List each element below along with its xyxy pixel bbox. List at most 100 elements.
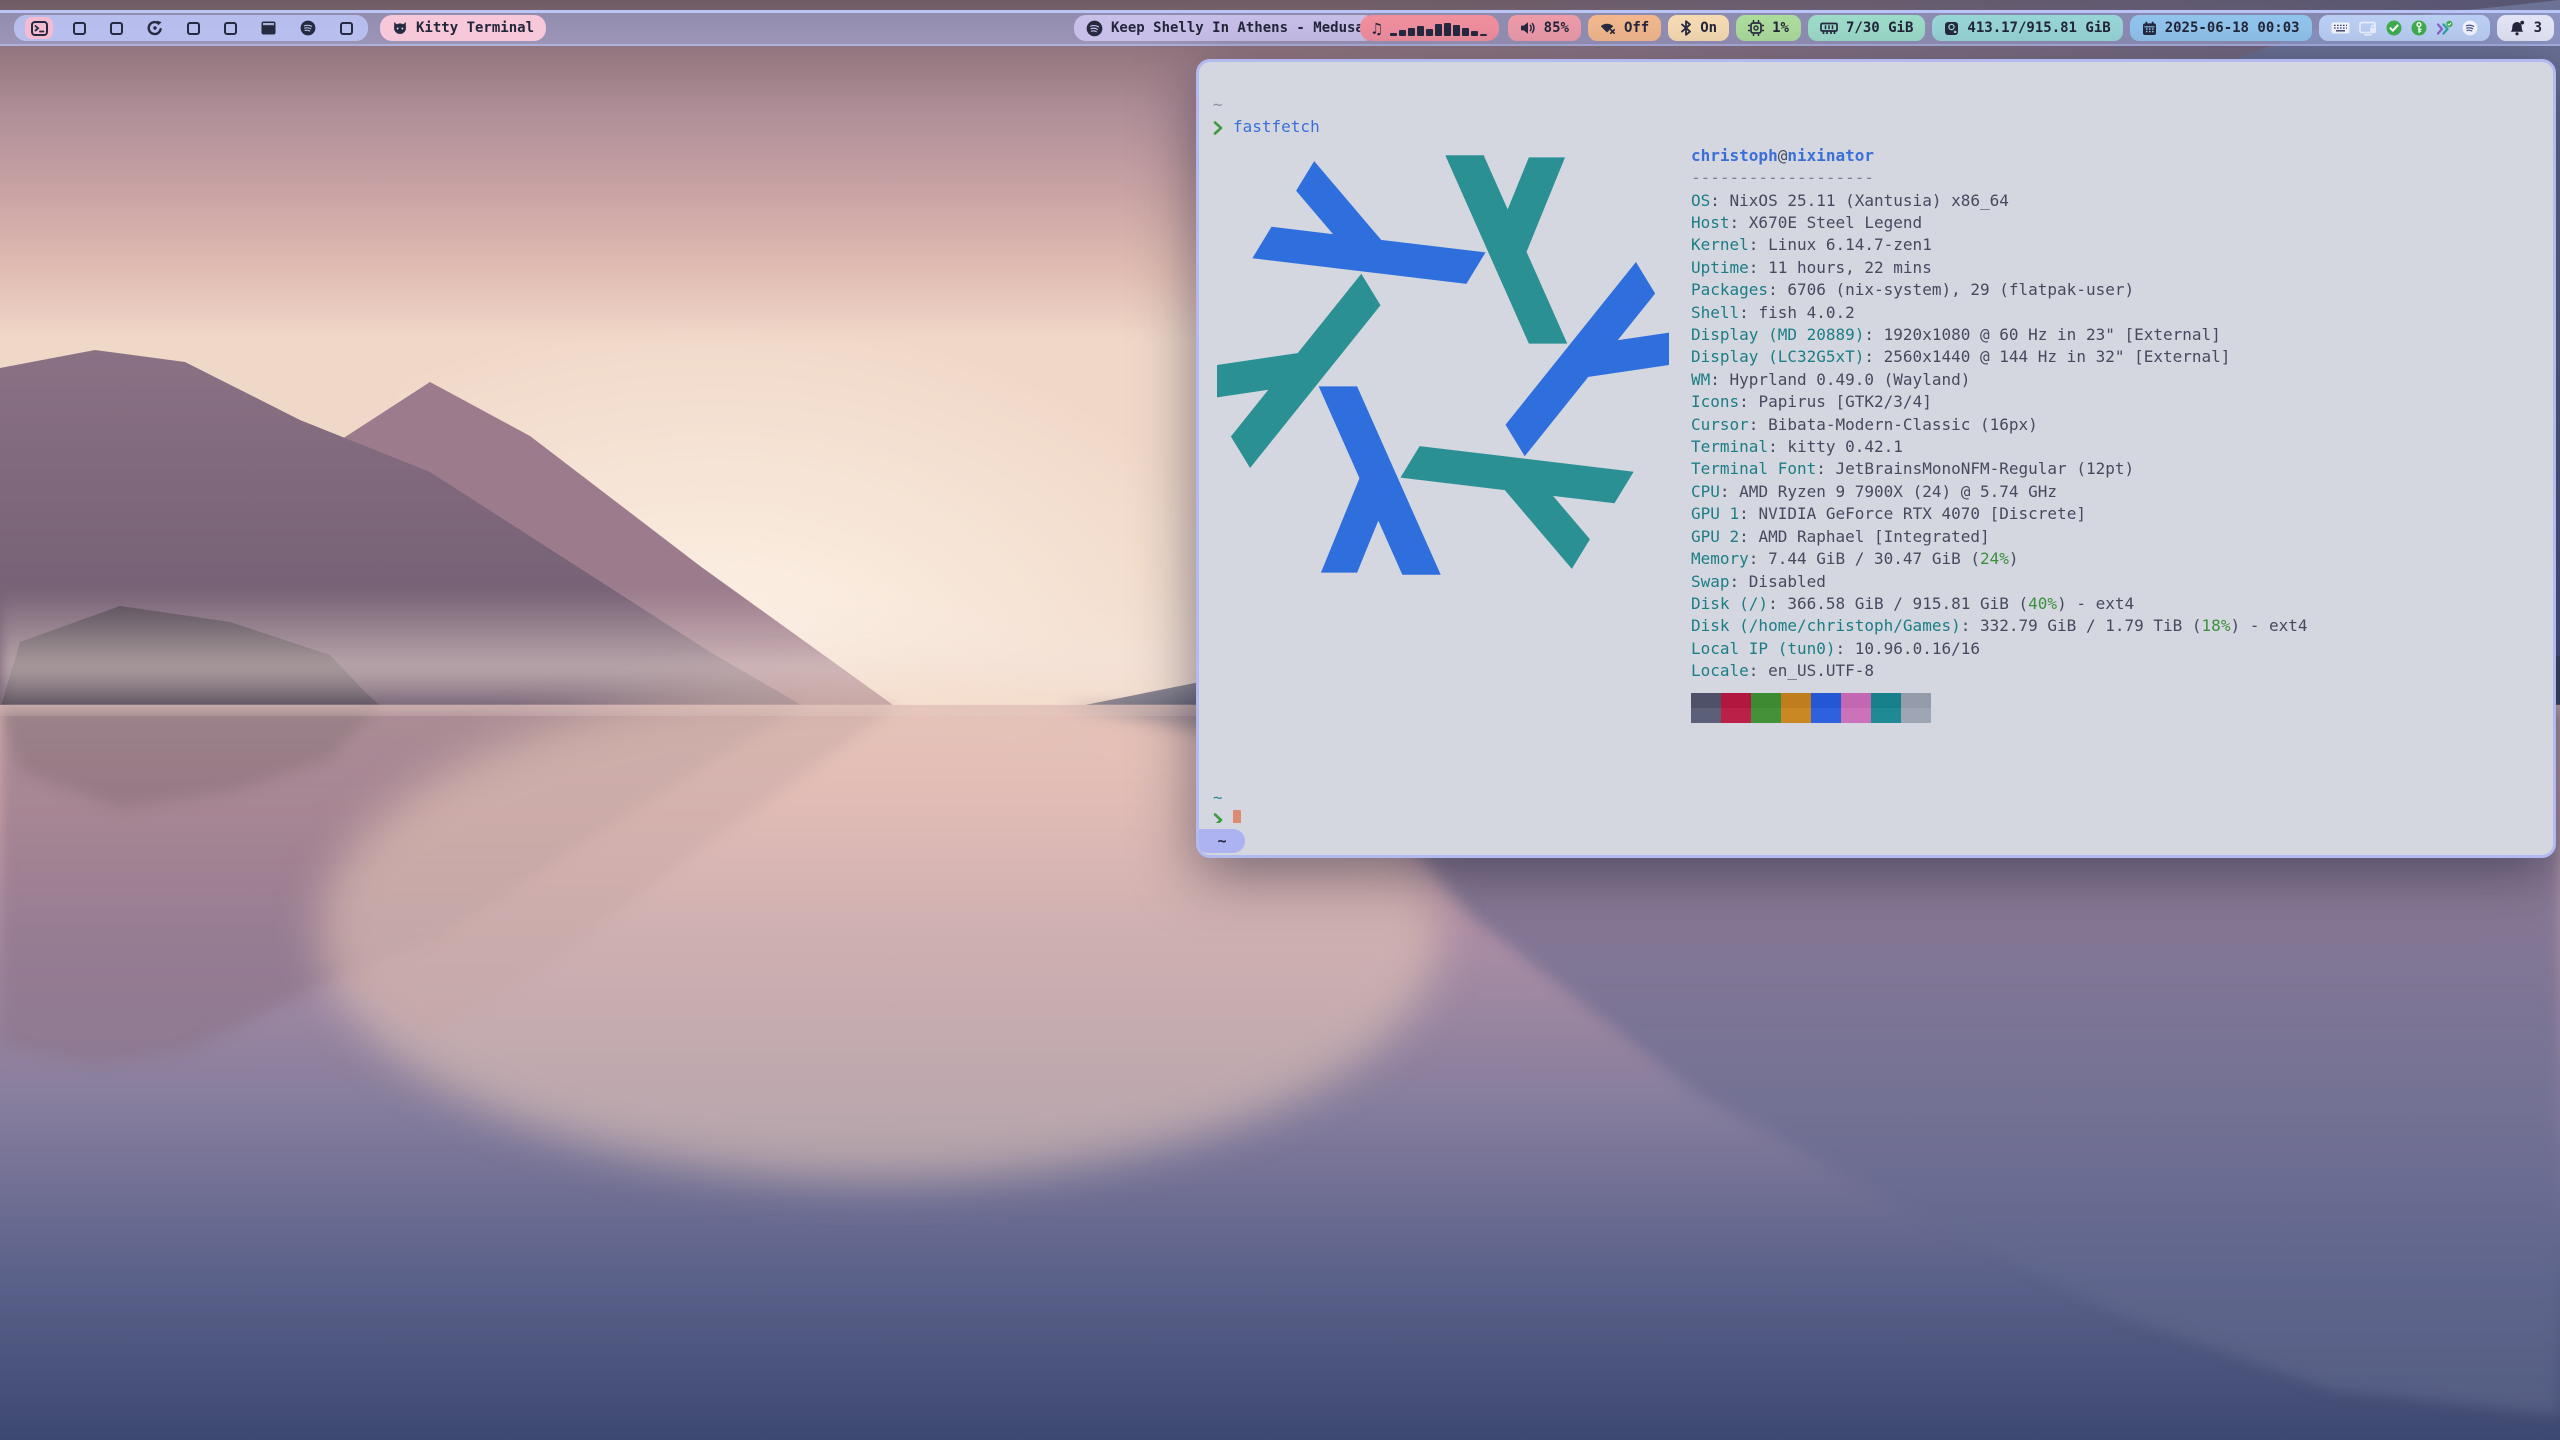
palette-swatch — [1871, 693, 1901, 708]
prompt-directory: ~ — [1213, 94, 2543, 116]
fastfetch-line: Disk (/): 366.58 GiB / 915.81 GiB (40%) … — [1691, 593, 2308, 615]
terminal-color-palette — [1691, 693, 2308, 723]
bell-icon — [2509, 20, 2526, 37]
kitty-terminal-window[interactable]: ~ fastfetch — [1196, 59, 2556, 858]
prompt-directory: ~ — [1213, 787, 2543, 809]
command-text: fastfetch — [1233, 116, 1320, 138]
visualizer-bar — [1462, 28, 1469, 36]
visualizer-bar — [1390, 33, 1397, 36]
visualizer-bar — [1417, 26, 1424, 36]
disk-icon — [1944, 21, 1959, 36]
calendar-icon — [2142, 21, 2157, 36]
fastfetch-line: GPU 1: NVIDIA GeForce RTX 4070 [Discrete… — [1691, 503, 2308, 525]
screen-lock-icon[interactable] — [2359, 21, 2377, 36]
workspace-9[interactable] — [340, 22, 353, 35]
network-label: Off — [1624, 20, 1649, 36]
palette-swatch — [1811, 708, 1841, 723]
network-module[interactable]: Off — [1588, 15, 1661, 41]
fastfetch-line: Terminal Font: JetBrainsMonoNFM-Regular … — [1691, 458, 2308, 480]
visualizer-bar — [1480, 34, 1487, 36]
wifi-off-icon — [1600, 21, 1616, 35]
spotify-icon — [1086, 20, 1103, 37]
spotify-icon — [300, 20, 316, 36]
workspace-window[interactable] — [261, 21, 276, 35]
music-note-icon: ♫ — [1372, 21, 1382, 36]
workspace-terminal-active[interactable] — [25, 17, 53, 39]
palette-row — [1691, 708, 2308, 723]
memory-label: 7/30 GiB — [1846, 20, 1913, 36]
spotify-icon[interactable] — [2462, 20, 2478, 36]
system-tray — [2319, 15, 2490, 41]
check-circle-icon[interactable] — [2386, 20, 2402, 36]
clock-label: 2025-06-18 00:03 — [2165, 20, 2300, 36]
fastfetch-line: Packages: 6706 (nix-system), 29 (flatpak… — [1691, 279, 2308, 301]
nixos-logo — [1217, 151, 1669, 579]
media-player[interactable]: Keep Shelly In Athens - Medusa — [1074, 15, 1376, 41]
memory-module[interactable]: 7/30 GiB — [1808, 15, 1925, 41]
fastfetch-line: christoph@nixinator — [1691, 145, 2308, 167]
fastfetch-line: WM: Hyprland 0.49.0 (Wayland) — [1691, 369, 2308, 391]
cpu-module[interactable]: 1% — [1736, 15, 1801, 41]
fastfetch-line: Host: X670E Steel Legend — [1691, 212, 2308, 234]
notification-module[interactable]: 3 — [2497, 15, 2554, 41]
bluetooth-label: On — [1700, 20, 1717, 36]
palette-swatch — [1751, 708, 1781, 723]
terminal-tab[interactable]: ~ — [1199, 829, 1245, 853]
volume-module[interactable]: 85% — [1508, 15, 1581, 41]
terminal-content: ~ fastfetch — [1213, 72, 2543, 823]
palette-swatch — [1721, 708, 1751, 723]
visualizer-bar — [1408, 28, 1415, 36]
clock-module[interactable]: 2025-06-18 00:03 — [2130, 15, 2312, 41]
bluetooth-module[interactable]: On — [1668, 15, 1729, 41]
fastfetch-line: Local IP (tun0): 10.96.0.16/16 — [1691, 638, 2308, 660]
media-track-label: Keep Shelly In Athens - Medusa — [1111, 20, 1364, 36]
dark-window-icon — [261, 21, 276, 35]
cpu-label: 1% — [1772, 20, 1789, 36]
cat-icon — [392, 21, 408, 36]
disk-label: 413.17/915.81 GiB — [1967, 20, 2110, 36]
fastfetch-line: Locale: en_US.UTF-8 — [1691, 660, 2308, 682]
fastfetch-info: christoph@nixinator-------------------OS… — [1691, 145, 2308, 723]
prompt-line-current[interactable] — [1213, 809, 2543, 823]
terminal-icon — [31, 21, 48, 36]
fastfetch-line: Disk (/home/christoph/Games): 332.79 GiB… — [1691, 615, 2308, 637]
keyboard-icon[interactable] — [2331, 21, 2350, 35]
palette-swatch — [1781, 708, 1811, 723]
fastfetch-line: ------------------- — [1691, 167, 2308, 189]
visualizer-bar — [1444, 23, 1451, 36]
notification-count: 3 — [2534, 20, 2542, 36]
workspace-spotify[interactable] — [300, 20, 316, 36]
fastfetch-line: Uptime: 11 hours, 22 mins — [1691, 257, 2308, 279]
workspace-2[interactable] — [73, 22, 86, 35]
fastfetch-line: Memory: 7.44 GiB / 30.47 GiB (24%) — [1691, 548, 2308, 570]
audio-visualizer[interactable]: ♫ — [1360, 15, 1499, 41]
key-icon[interactable] — [2411, 20, 2427, 36]
fastfetch-line: Cursor: Bibata-Modern-Classic (16px) — [1691, 414, 2308, 436]
palette-swatch — [1691, 693, 1721, 708]
palette-swatch — [1841, 708, 1871, 723]
palette-swatch — [1811, 693, 1841, 708]
workspace-3[interactable] — [110, 22, 123, 35]
fastfetch-line: Terminal: kitty 0.42.1 — [1691, 436, 2308, 458]
workspace-refresh[interactable] — [147, 20, 163, 36]
workspace-5[interactable] — [187, 22, 200, 35]
palette-swatch — [1721, 693, 1751, 708]
fastfetch-line: CPU: AMD Ryzen 9 7900X (24) @ 5.74 GHz — [1691, 481, 2308, 503]
fastfetch-line: Icons: Papirus [GTK2/3/4] — [1691, 391, 2308, 413]
palette-row — [1691, 693, 2308, 708]
palette-swatch — [1691, 708, 1721, 723]
fastfetch-line: Display (MD 20889): 1920x1080 @ 60 Hz in… — [1691, 324, 2308, 346]
disk-module[interactable]: 413.17/915.81 GiB — [1932, 15, 2122, 41]
fastfetch-line: Shell: fish 4.0.2 — [1691, 302, 2308, 324]
fastfetch-line: Display (LC32G5xT): 2560x1440 @ 144 Hz i… — [1691, 346, 2308, 368]
palette-swatch — [1901, 708, 1931, 723]
desktop: Kitty Terminal Keep Shelly In Athens - M… — [0, 0, 2560, 1440]
active-window-title[interactable]: Kitty Terminal — [380, 15, 546, 41]
text-cursor — [1233, 810, 1241, 823]
workspaces — [14, 15, 368, 41]
volume-label: 85% — [1544, 20, 1569, 36]
workspace-6[interactable] — [224, 22, 237, 35]
fastfetch-line: Swap: Disabled — [1691, 571, 2308, 593]
vpn-check-icon[interactable] — [2436, 20, 2453, 36]
visualizer-bar — [1426, 29, 1433, 36]
